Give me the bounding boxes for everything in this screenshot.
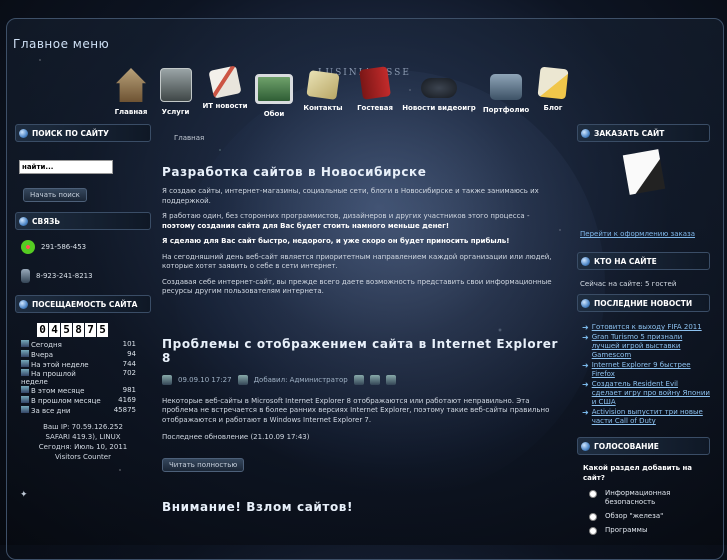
poll-radio[interactable] [589,490,597,498]
user-icon [237,374,248,385]
news-item[interactable]: ➜ Создатель Resident Evil сделает игру пр… [582,380,710,407]
right-sidebar: ЗАКАЗАТЬ САЙТ Перейти к оформлению заказ… [577,124,710,540]
stat-icon [21,359,29,367]
pencil-icon [537,66,569,100]
poll-option[interactable]: Обзор "железа" [589,512,710,521]
stat-row: За все дни 45875 [15,405,151,416]
stat-row: В прошлом месяце 4169 [15,396,151,406]
search-block-header: ПОИСК ПО САЙТУ [15,124,151,142]
mail-icon [306,70,340,100]
nav-item-blog[interactable]: Блог [535,66,571,118]
arrow-icon: ➜ [582,408,589,417]
post-title[interactable]: Внимание! Взлом сайтов! [162,500,562,514]
bullet-icon [581,256,590,266]
bullet-icon [19,216,28,226]
nav-item-home[interactable]: Главная [110,68,152,118]
order-block-header: ЗАКАЗАТЬ САЙТ [577,124,710,142]
post-updated: Последнее обновление (21.10.09 17:43) [162,433,310,441]
visit-counter: 045875 [37,323,151,337]
post-body: Я создаю сайты, интернет-магазины, социа… [162,187,552,295]
briefcase-icon [490,74,522,100]
nav-item-guestbook[interactable]: Гостевая [349,66,401,118]
online-count: Сейчас на сайте: 5 гостей [580,280,677,288]
search-input[interactable]: найти... [19,160,113,174]
contract-pen-icon [622,149,665,195]
bullet-icon [581,128,590,138]
left-sidebar: ПОИСК ПО САЙТУ найти... Начать поиск СВЯ… [15,124,151,462]
stats-list: Сегодня 101 Вчера 94 На этой неделе 744 На … [15,340,151,416]
home-icon [116,68,146,102]
arrow-icon: ➜ [582,380,589,389]
arrow-icon: ➜ [582,333,589,342]
read-more-button[interactable]: Читать полностью [162,457,245,472]
main-content: Главная Разработка сайтов в Новосибирске… [162,124,562,514]
order-link[interactable]: Перейти к оформлению заказа [580,230,710,238]
nav-item-game-news[interactable]: Новости видеоигр [401,68,477,118]
stat-row: На прошлой неделе 702 [21,369,136,387]
icq-row: 291-586-453 [15,240,151,254]
poll-question: Какой раздел добавить на сайт? [583,464,693,482]
bullet-icon [581,441,590,451]
pdf-icon[interactable] [353,374,364,385]
papers-icon [208,65,242,99]
gamepad-icon [421,78,457,98]
online-block-header: КТО НА САЙТЕ [577,252,710,270]
stat-icon [21,369,29,377]
visitors-counter-link[interactable]: Visitors Counter [15,452,151,462]
stat-row: Вчера 94 [15,349,151,360]
stats-block-header: ПОСЕЩАЕМОСТЬ САЙТА [15,295,151,313]
news-item[interactable]: ➜ Activision выпустит три новые части Cal… [582,408,710,426]
news-item[interactable]: ➜ Internet Explorer 9 быстрее Firefox [582,361,710,379]
nav-item-contacts[interactable]: Контакты [297,68,349,118]
phone-icon [21,269,30,283]
bullet-icon [19,299,28,309]
poll-radio[interactable] [589,527,597,535]
calendar-icon [162,374,172,385]
nav-item-portfolio[interactable]: Портфолио [477,68,535,118]
contact-block-header: СВЯЗЬ [15,212,151,230]
icq-flower-icon [21,240,35,254]
post-meta: 09.09.10 17:27 Добавил: Администратор [162,374,562,385]
stat-icon [21,396,29,404]
bullet-icon [581,298,590,308]
news-list: ➜ Готовится к выходу FIFA 2011 ➜ Gran Turi… [582,323,710,426]
bullet-icon [19,128,28,138]
print-icon[interactable] [369,374,380,385]
stat-icon [21,405,29,413]
news-item[interactable]: ➜ Готовится к выходу FIFA 2011 [582,323,710,332]
safe-icon [159,68,192,102]
poll-option[interactable]: Программы [589,526,710,535]
stat-row: На этой неделе 744 [15,359,151,370]
poll-radio[interactable] [589,513,597,521]
poll-option[interactable]: Информационная безопасность [589,489,710,507]
post-title[interactable]: Проблемы с отображением сайта в Internet… [162,337,562,365]
arrow-icon: ➜ [582,361,589,370]
phone-row: 8-923-241-8213 [15,269,151,283]
poll-block-header: ГОЛОСОВАНИЕ [577,437,710,455]
stat-icon [21,349,29,357]
monitor-icon [255,74,293,104]
news-block-header: ПОСЛЕДНИЕ НОВОСТИ [577,294,710,312]
stat-icon [21,340,29,347]
breadcrumb[interactable]: Главная [174,134,562,142]
nav-item-wallpapers[interactable]: Обои [251,68,297,118]
small-bug-icon: ✦ [20,490,28,500]
book-icon [359,66,391,100]
news-item[interactable]: ➜ Gran Turismo 5 признали лучшей игрой вы… [582,333,710,360]
nav-item-it-news[interactable]: ИТ новости [199,65,251,118]
top-nav: Главная Услуги ИТ новости Обои Контакты … [110,65,571,118]
visitor-info: Ваш IP: 70.59.126.252 SAFARI 419.3), LIN… [15,422,151,462]
search-button[interactable]: Начать поиск [23,188,87,202]
main-menu-title: Главное меню [13,37,110,51]
stat-row: Сегодня 101 [15,340,151,350]
arrow-icon: ➜ [582,323,589,332]
nav-item-services[interactable]: Услуги [152,68,199,118]
stat-icon [21,386,29,394]
email-icon[interactable] [385,374,396,385]
post-body: Некоторые веб-сайты в Microsoft Internet… [162,396,550,424]
post-title[interactable]: Разработка сайтов в Новосибирске [162,165,562,179]
stat-row: В этом месяце 981 [15,386,151,396]
